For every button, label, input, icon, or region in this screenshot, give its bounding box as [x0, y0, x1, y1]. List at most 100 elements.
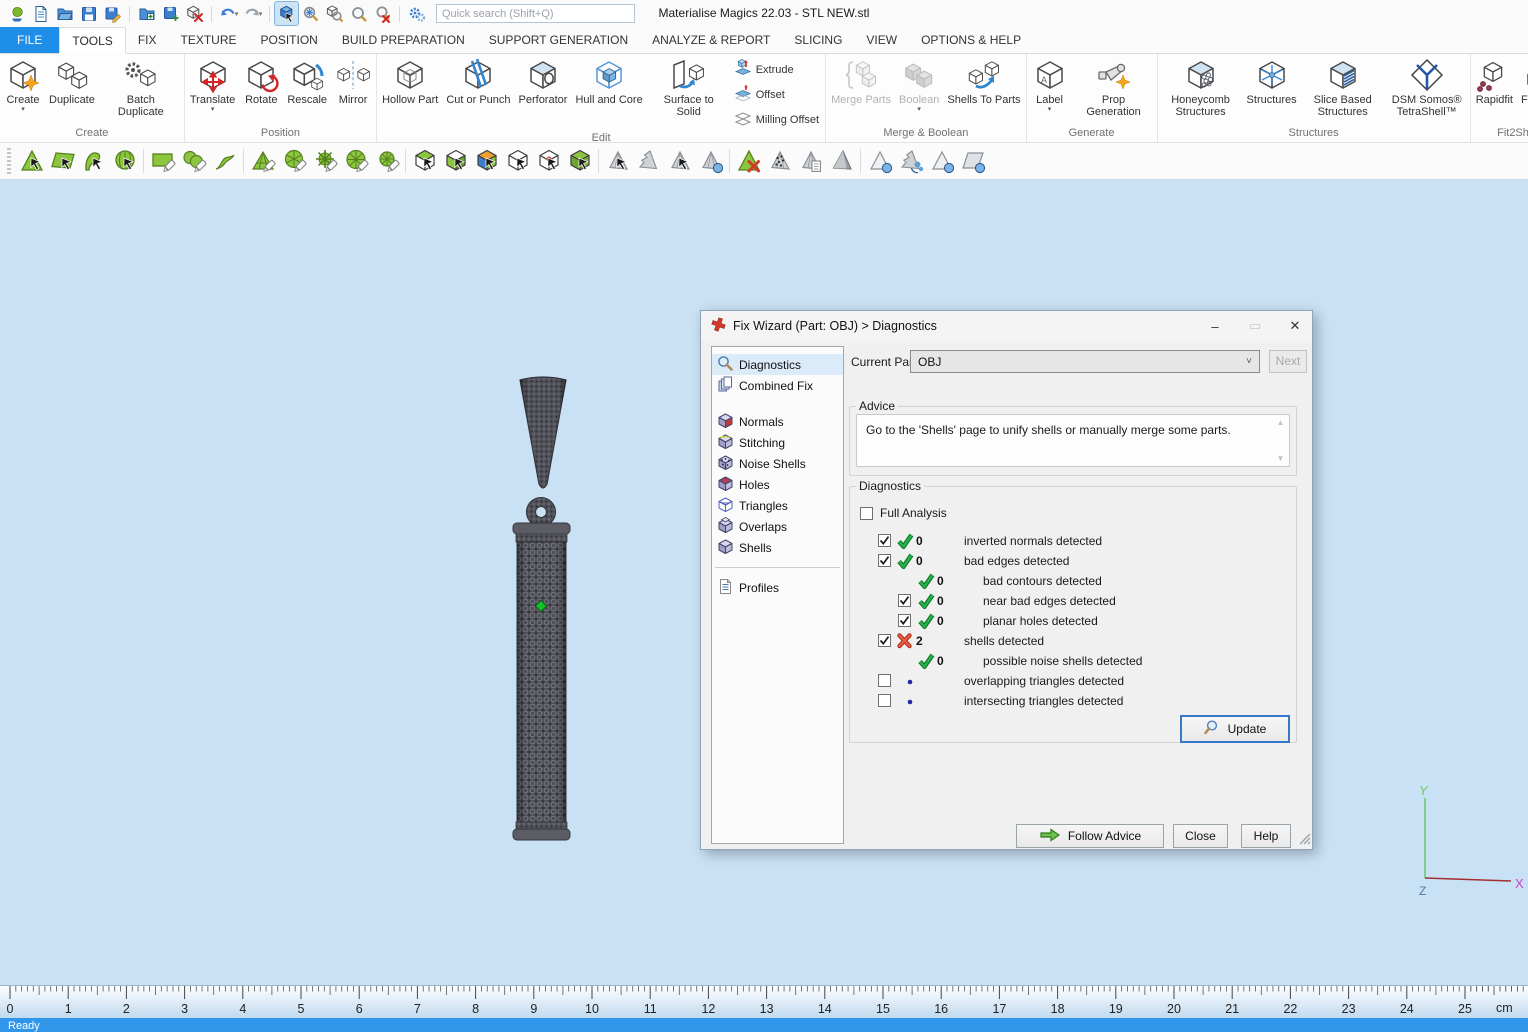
- tab-support-generation[interactable]: SUPPORT GENERATION: [477, 27, 640, 53]
- triangles-page-icon[interactable]: [795, 146, 826, 176]
- ribbon-button-perforator[interactable]: Perforator: [515, 55, 572, 107]
- triangle-ball-icon[interactable]: [926, 146, 957, 176]
- triangle-outline-ball-icon[interactable]: [864, 146, 895, 176]
- import-part-icon[interactable]: [135, 2, 158, 25]
- zoom-unselect-icon[interactable]: [371, 2, 394, 25]
- follow-advice-button[interactable]: Follow Advice: [1016, 824, 1164, 848]
- ribbon-button-hollow-part[interactable]: Hollow Part: [378, 55, 442, 107]
- diagnostic-checkbox[interactable]: [878, 674, 891, 687]
- mark-freeform-icon[interactable]: [209, 146, 240, 176]
- tab-position[interactable]: POSITION: [249, 27, 330, 53]
- ribbon-button-batch-duplicate[interactable]: Batch Duplicate: [99, 55, 183, 119]
- tab-file[interactable]: FILE: [0, 27, 59, 53]
- select-surfaces-icon[interactable]: [78, 146, 109, 176]
- ribbon-button-duplicate[interactable]: Duplicate: [45, 55, 99, 107]
- sidebar-tool-stitching[interactable]: Stitching: [712, 432, 843, 453]
- fix-wizard-titlebar[interactable]: Fix Wizard (Part: OBJ) > Diagnostics – ▭…: [701, 311, 1312, 341]
- open-file-icon[interactable]: [53, 2, 76, 25]
- update-button[interactable]: Update: [1180, 715, 1290, 743]
- diagnostic-checkbox[interactable]: [878, 534, 891, 547]
- triangles-delete-icon[interactable]: [733, 146, 764, 176]
- full-analysis-checkbox[interactable]: [860, 507, 873, 520]
- unload-part-icon[interactable]: [183, 2, 206, 25]
- tab-fix[interactable]: FIX: [126, 27, 169, 53]
- close-icon[interactable]: ✕: [1288, 318, 1302, 334]
- select-cube-solid-icon[interactable]: [564, 146, 595, 176]
- mark-wheel-icon[interactable]: [340, 146, 371, 176]
- diagnostic-checkbox[interactable]: [878, 634, 891, 647]
- next-button[interactable]: Next: [1269, 350, 1307, 373]
- ribbon-button-label[interactable]: ALabel▾: [1028, 55, 1072, 114]
- ribbon-button-dsm-somos-tetrashell-[interactable]: DSM Somos® TetraShell™: [1385, 55, 1469, 119]
- select-cube-colored-icon[interactable]: [471, 146, 502, 176]
- save-as-icon[interactable]: [101, 2, 124, 25]
- select-planes-icon[interactable]: [47, 146, 78, 176]
- select-cube-point-icon[interactable]: [533, 146, 564, 176]
- ribbon-button-structures[interactable]: Structures: [1243, 55, 1301, 107]
- undo-icon[interactable]: ▾: [217, 2, 240, 25]
- sidebar-page-profiles[interactable]: Profiles: [712, 577, 843, 598]
- save-part-icon[interactable]: [159, 2, 182, 25]
- sidebar-tool-noise-shells[interactable]: Noise Shells: [712, 453, 843, 474]
- ribbon-button-translate[interactable]: Translate▾: [186, 55, 239, 114]
- maximize-icon[interactable]: ▭: [1248, 318, 1262, 334]
- plane-ball-icon[interactable]: [957, 146, 988, 176]
- scroll-down-icon[interactable]: ▼: [1277, 454, 1285, 463]
- select-triangles-icon[interactable]: [16, 146, 47, 176]
- mark-window-triangles-icon[interactable]: [247, 146, 278, 176]
- ribbon-button-rescale[interactable]: Rescale: [283, 55, 331, 107]
- select-shells-icon[interactable]: [109, 146, 140, 176]
- zoom-in-icon[interactable]: [347, 2, 370, 25]
- ribbon-button-offset[interactable]: Offset: [734, 84, 819, 105]
- mark-rectangle-icon[interactable]: [147, 146, 178, 176]
- ribbon-button-extrude[interactable]: Extrude: [734, 59, 819, 80]
- sidebar-page-diagnostics[interactable]: Diagnostics: [712, 354, 843, 375]
- ribbon-button-create[interactable]: Create▾: [1, 55, 45, 114]
- tab-texture[interactable]: TEXTURE: [168, 27, 248, 53]
- triangles-sphere-tool-icon[interactable]: [695, 146, 726, 176]
- triangles-select-tool-icon[interactable]: [602, 146, 633, 176]
- settings-gears-icon[interactable]: [405, 2, 428, 25]
- ribbon-button-surface-to-solid[interactable]: Surface to Solid: [647, 55, 731, 119]
- ribbon-button-prop-generation[interactable]: Prop Generation: [1072, 55, 1156, 119]
- new-document-icon[interactable]: [29, 2, 52, 25]
- magics-logo-icon[interactable]: [5, 2, 28, 25]
- current-part-combobox[interactable]: OBJ ˅: [910, 350, 1260, 373]
- sidebar-tool-holes[interactable]: Holes: [712, 474, 843, 495]
- sidebar-tool-overlaps[interactable]: Overlaps: [712, 516, 843, 537]
- tab-options-help[interactable]: OPTIONS & HELP: [909, 27, 1033, 53]
- redo-icon[interactable]: ▾: [241, 2, 264, 25]
- triangle-drops-icon[interactable]: [895, 146, 926, 176]
- mark-wheel-small-icon[interactable]: [371, 146, 402, 176]
- mark-brush-icon[interactable]: [278, 146, 309, 176]
- tab-build-preparation[interactable]: BUILD PREPARATION: [330, 27, 477, 53]
- tab-analyze-report[interactable]: ANALYZE & REPORT: [640, 27, 782, 53]
- tab-tools[interactable]: TOOLS: [59, 27, 125, 54]
- sidebar-page-combined-fix[interactable]: Combined Fix: [712, 375, 843, 396]
- ribbon-button-mirror[interactable]: Mirror: [331, 55, 375, 107]
- resize-grip[interactable]: [1298, 832, 1311, 848]
- mark-circles-icon[interactable]: [178, 146, 209, 176]
- tab-slicing[interactable]: SLICING: [782, 27, 854, 53]
- sidebar-tool-normals[interactable]: Normals: [712, 411, 843, 432]
- quick-search-input[interactable]: [436, 4, 635, 23]
- triangles-noise-icon[interactable]: [764, 146, 795, 176]
- triangles-dark-icon[interactable]: [826, 146, 857, 176]
- ribbon-button-rotate[interactable]: Rotate: [239, 55, 283, 107]
- toolbar-drag-handle[interactable]: [7, 148, 11, 174]
- ribbon-button-slice-based-structures[interactable]: Slice Based Structures: [1301, 55, 1385, 119]
- scroll-up-icon[interactable]: ▲: [1277, 418, 1285, 427]
- ribbon-button-shells-to-parts[interactable]: Shells To Parts: [943, 55, 1024, 107]
- diagnostic-checkbox[interactable]: [878, 554, 891, 567]
- ribbon-button-honeycomb-structures[interactable]: Honeycomb Structures: [1159, 55, 1243, 119]
- zoom-selection-icon[interactable]: [299, 2, 322, 25]
- tab-view[interactable]: VIEW: [854, 27, 909, 53]
- pendant-part-model[interactable]: [480, 360, 620, 863]
- ribbon-button-milling-offset[interactable]: Milling Offset: [734, 109, 819, 130]
- mark-star-icon[interactable]: [309, 146, 340, 176]
- sidebar-tool-triangles[interactable]: Triangles: [712, 495, 843, 516]
- sidebar-tool-shells[interactable]: Shells: [712, 537, 843, 558]
- close-button[interactable]: Close: [1173, 824, 1228, 848]
- zoom-part-icon[interactable]: [323, 2, 346, 25]
- ribbon-button-hull-and-core[interactable]: Hull and Core: [571, 55, 646, 107]
